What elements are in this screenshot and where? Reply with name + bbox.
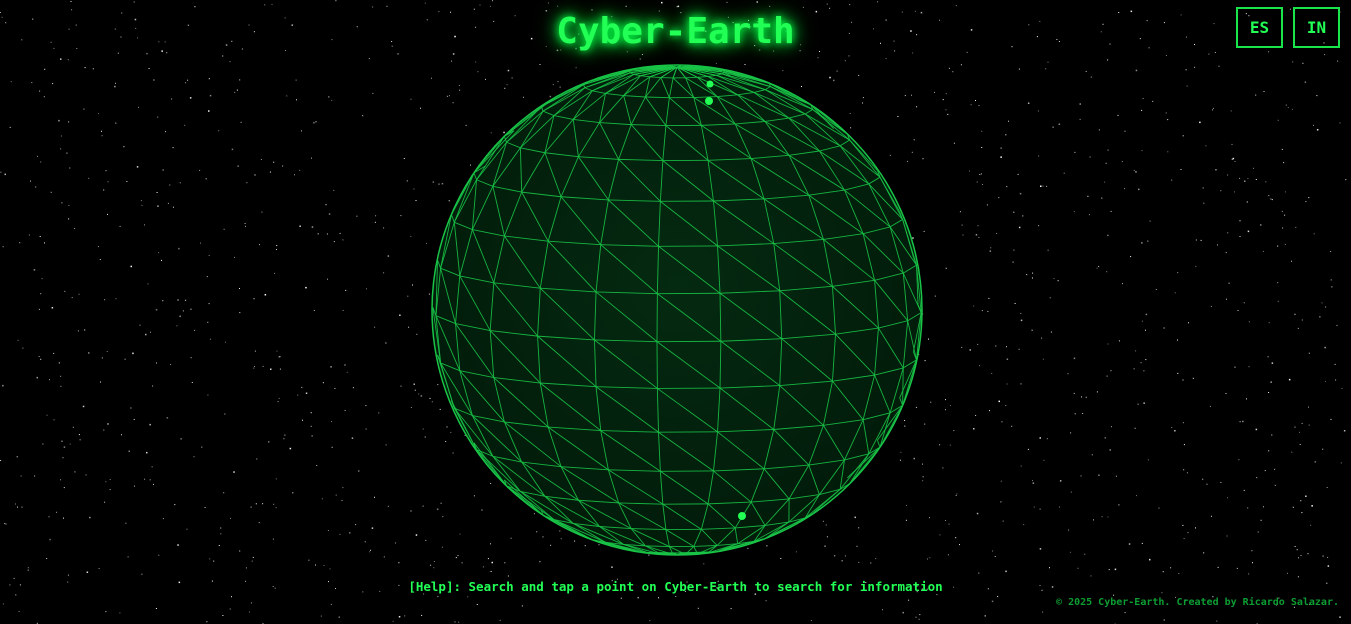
language-in-button[interactable]: IN [1293, 7, 1340, 48]
copyright-footer: © 2025 Cyber-Earth. Created by Ricardo S… [1056, 597, 1339, 608]
page-title: Cyber-Earth [556, 11, 795, 52]
help-text: [Help]: Search and tap a point on Cyber-… [408, 579, 943, 594]
location-marker[interactable] [706, 80, 714, 88]
wireframe-globe[interactable] [0, 0, 1351, 624]
language-es-button[interactable]: ES [1236, 7, 1283, 48]
location-marker[interactable] [738, 512, 746, 520]
app-viewport: Cyber-Earth ES IN [Help]: Search and tap… [0, 0, 1351, 624]
location-marker[interactable] [705, 97, 713, 105]
